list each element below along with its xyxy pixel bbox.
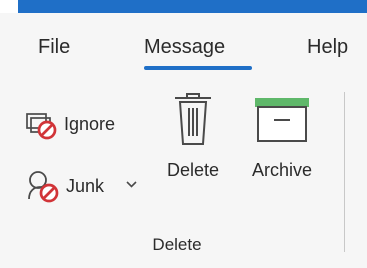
- ignore-label: Ignore: [64, 114, 116, 134]
- junk-icon: [28, 171, 59, 203]
- junk-label: Junk: [66, 176, 105, 196]
- ignore-icon: [26, 113, 57, 140]
- trash-icon: [175, 93, 211, 145]
- delete-group-label: Delete: [152, 235, 202, 254]
- group-separator: [344, 92, 345, 252]
- archive-label: Archive: [251, 160, 313, 180]
- delete-label: Delete: [166, 160, 220, 180]
- delete-button[interactable]: Delete: [156, 90, 230, 194]
- window-title-strip: [18, 0, 367, 13]
- chevron-down-icon[interactable]: [125, 178, 138, 191]
- archive-button[interactable]: Archive: [239, 90, 325, 194]
- selected-tab-indicator: [144, 66, 252, 70]
- tab-message[interactable]: Message: [144, 35, 225, 59]
- tab-file[interactable]: File: [38, 35, 70, 59]
- tab-help[interactable]: Help: [307, 35, 348, 59]
- ignore-button[interactable]: Ignore: [24, 109, 139, 141]
- archive-icon: [255, 98, 309, 142]
- junk-button[interactable]: Junk: [24, 168, 144, 204]
